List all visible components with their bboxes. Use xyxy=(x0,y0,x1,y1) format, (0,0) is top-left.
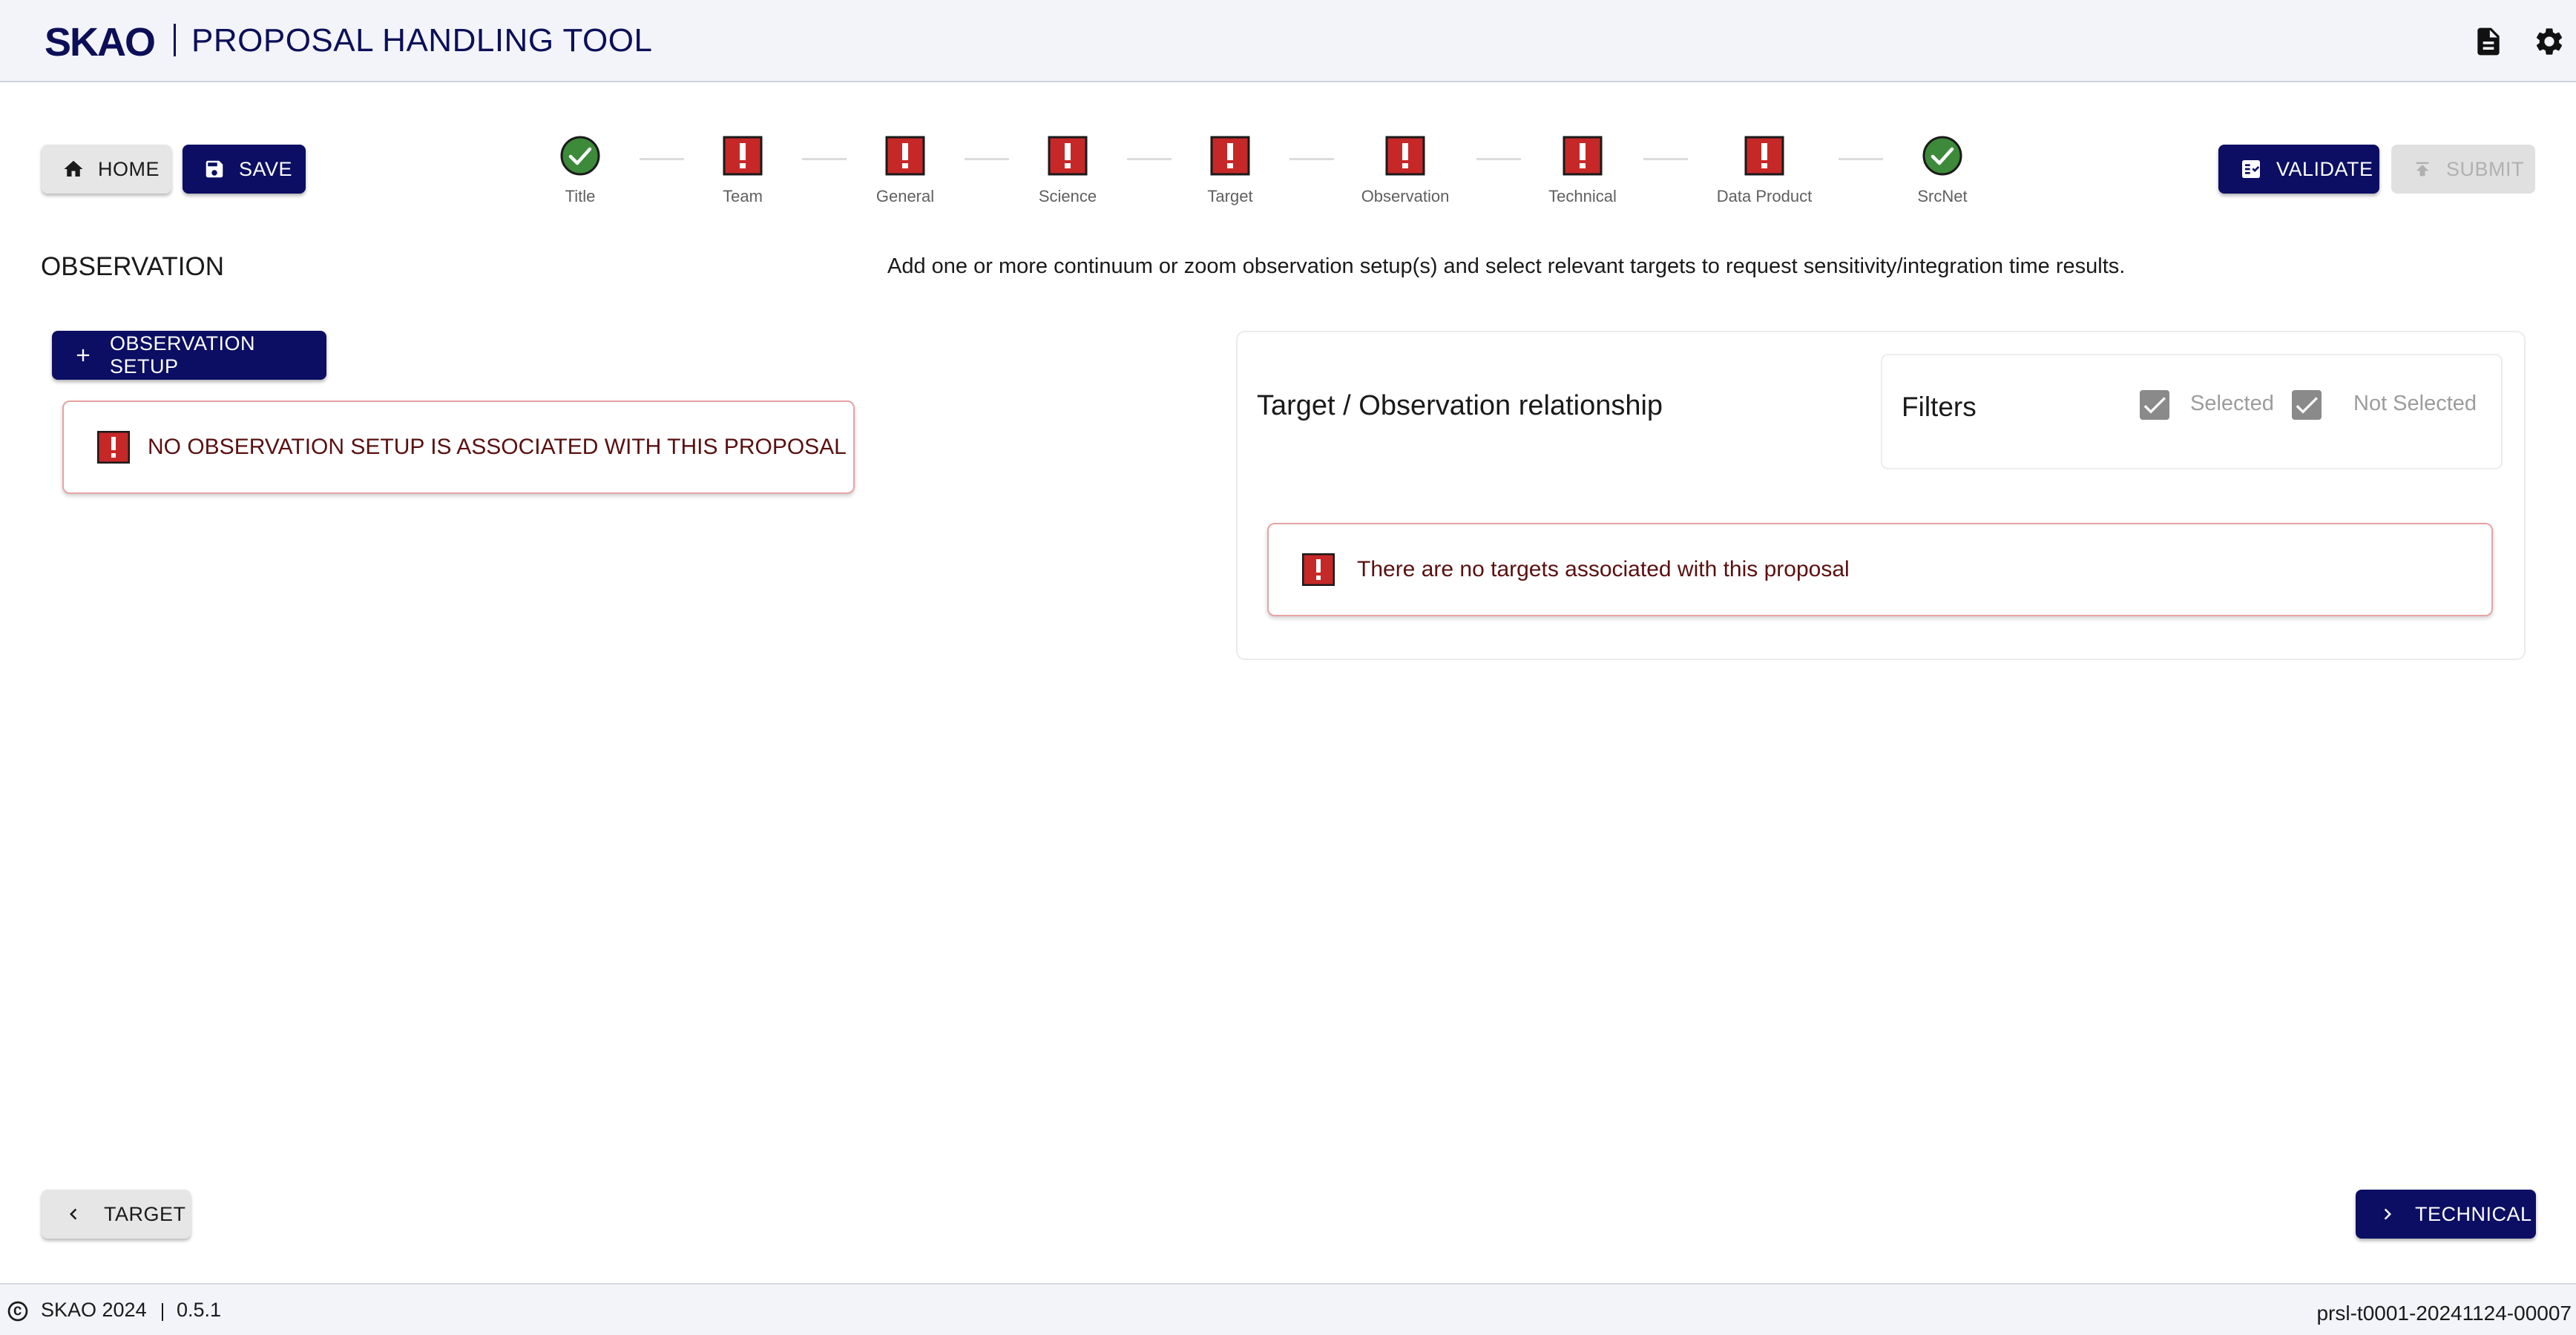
footer-proposal-id: prsl-t0001-20241124-00007 xyxy=(2316,1302,2572,1325)
footer-separator xyxy=(162,1303,163,1321)
footer-version: 0.5.1 xyxy=(177,1299,222,1321)
logo-text: SKAO xyxy=(45,20,156,65)
app-footer xyxy=(0,1283,2576,1335)
stepper-connector xyxy=(1476,158,1521,160)
title-separator xyxy=(174,24,176,56)
no-observation-alert: NO OBSERVATION SETUP IS ASSOCIATED WITH … xyxy=(62,400,855,494)
no-targets-alert-text: There are no targets associated with thi… xyxy=(1357,557,1850,581)
step-team[interactable]: Team xyxy=(676,135,809,206)
step-label: Target xyxy=(1207,187,1253,205)
home-icon xyxy=(64,160,83,177)
validate-icon xyxy=(2242,160,2260,178)
save-icon xyxy=(206,160,223,178)
skao-logo: SKAO xyxy=(45,19,156,65)
error-icon xyxy=(1744,136,1784,176)
filter-selected-label: Selected xyxy=(2190,392,2274,415)
check-circle-icon xyxy=(560,136,600,176)
plus-icon xyxy=(76,349,90,362)
filter-not-selected-checkbox[interactable] xyxy=(2292,390,2322,420)
home-button[interactable]: HOME xyxy=(42,145,171,194)
error-icon xyxy=(1563,136,1603,176)
step-srcnet[interactable]: SrcNet xyxy=(1876,135,2009,206)
filters-label: Filters xyxy=(1902,392,1977,422)
add-observation-setup-label: OBSERVATION SETUP xyxy=(110,332,256,378)
step-label: Data Product xyxy=(1716,187,1813,205)
page-title: OBSERVATION xyxy=(41,252,224,281)
error-icon xyxy=(723,136,763,176)
home-button-label: HOME xyxy=(98,157,160,180)
chevron-right-icon xyxy=(2384,1208,2391,1220)
error-icon xyxy=(1302,553,1335,586)
check-icon xyxy=(2143,397,2166,414)
step-general[interactable]: General xyxy=(838,135,972,206)
step-observation[interactable]: Observation xyxy=(1338,135,1472,206)
step-science[interactable]: Science xyxy=(1001,135,1134,206)
chevron-left-icon xyxy=(70,1208,77,1220)
step-technical[interactable]: Technical xyxy=(1516,135,1649,206)
relationship-title: Target / Observation relationship xyxy=(1257,390,1663,421)
check-icon xyxy=(2296,397,2318,414)
check-circle-icon xyxy=(1922,136,1962,176)
page-description: Add one or more continuum or zoom observ… xyxy=(887,254,2126,278)
step-label: Observation xyxy=(1361,187,1450,205)
document-icon[interactable] xyxy=(2472,25,2505,58)
no-observation-alert-text: NO OBSERVATION SETUP IS ASSOCIATED WITH … xyxy=(148,435,847,459)
step-label: Team xyxy=(723,187,763,205)
back-target-label: TARGET xyxy=(104,1202,186,1225)
back-target-button[interactable]: TARGET xyxy=(42,1190,191,1239)
error-icon xyxy=(885,136,925,176)
step-title[interactable]: Title xyxy=(513,135,647,206)
app-title: PROPOSAL HANDLING TOOL xyxy=(191,22,653,59)
validate-button[interactable]: VALIDATE xyxy=(2218,145,2379,194)
step-data-product[interactable]: Data Product xyxy=(1698,135,1831,206)
step-label: General xyxy=(875,187,935,205)
filter-not-selected-label: Not Selected xyxy=(2353,392,2477,415)
next-technical-label: TECHNICAL xyxy=(2415,1202,2532,1225)
next-technical-button[interactable]: TECHNICAL xyxy=(2356,1190,2536,1239)
step-label: Science xyxy=(1038,187,1097,205)
error-icon xyxy=(1385,136,1425,176)
error-icon xyxy=(1048,136,1088,176)
validate-button-label: VALIDATE xyxy=(2276,157,2373,180)
save-button-label: SAVE xyxy=(239,157,293,180)
error-icon xyxy=(1210,136,1250,176)
no-targets-alert: There are no targets associated with thi… xyxy=(1267,523,2493,616)
footer-copyright: SKAO 2024 xyxy=(41,1299,147,1321)
copyright-icon xyxy=(7,1301,28,1322)
submit-icon xyxy=(2416,162,2429,177)
error-icon xyxy=(97,431,130,464)
stepper-connector xyxy=(1643,158,1688,160)
app-header: SKAO PROPOSAL HANDLING TOOL xyxy=(0,0,2576,82)
gear-icon[interactable] xyxy=(2533,25,2566,58)
step-target[interactable]: Target xyxy=(1163,135,1297,206)
step-label: SrcNet xyxy=(1917,187,1968,205)
step-label: Technical xyxy=(1548,187,1617,205)
submit-button-label: SUBMIT xyxy=(2446,157,2525,180)
add-observation-setup-button[interactable]: OBSERVATION SETUP xyxy=(52,331,326,380)
step-label: Title xyxy=(565,187,596,205)
submit-button[interactable]: SUBMIT xyxy=(2391,145,2535,194)
save-button[interactable]: SAVE xyxy=(183,145,306,194)
filter-selected-checkbox[interactable] xyxy=(2140,390,2169,420)
